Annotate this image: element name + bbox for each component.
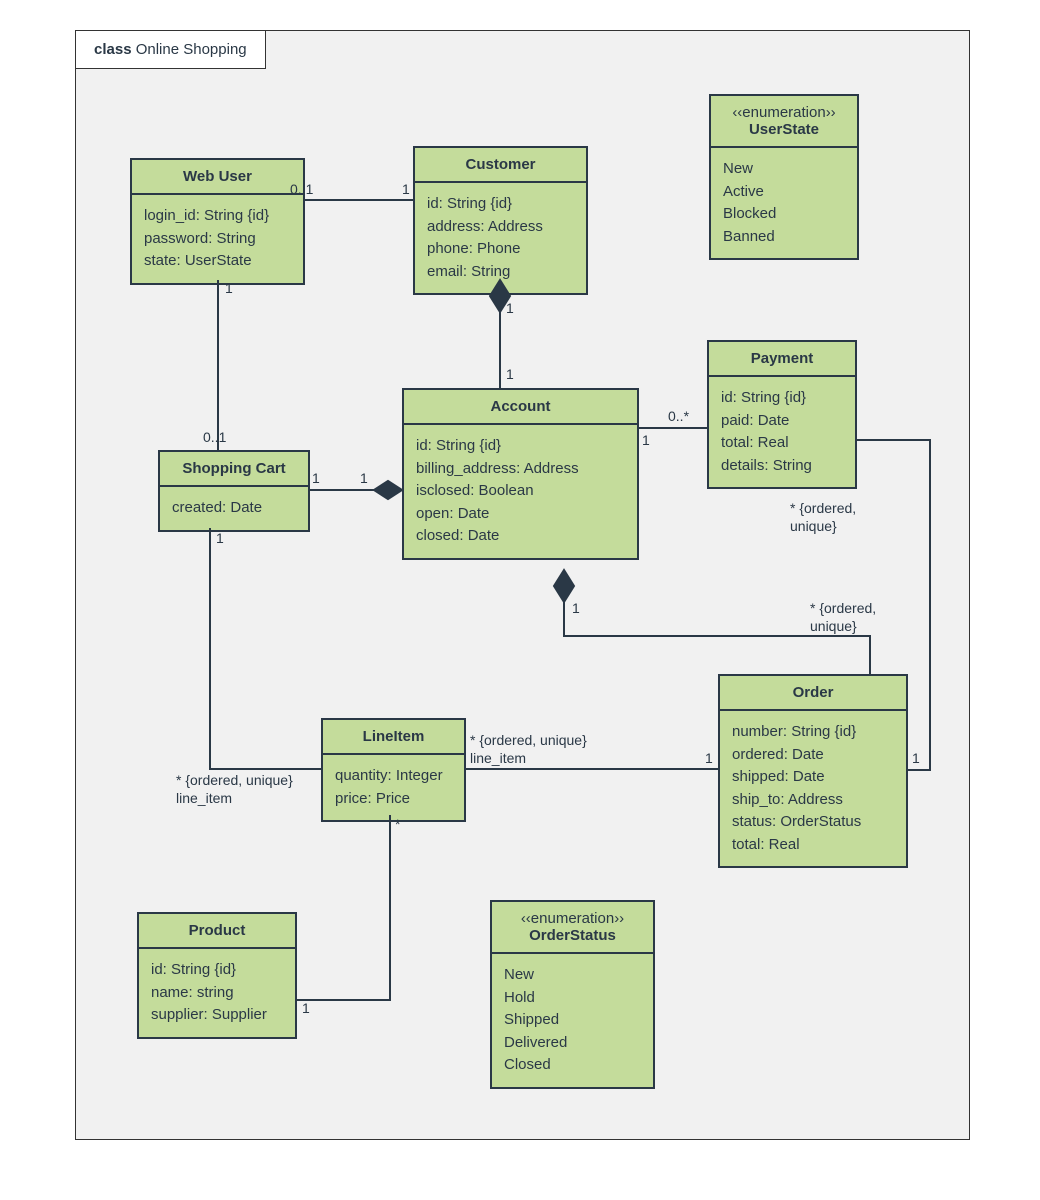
attr: Closed — [504, 1054, 641, 1077]
attr: address: Address — [427, 216, 574, 239]
class-title: ‹‹enumeration›› UserState — [711, 96, 857, 148]
enum-order-status: ‹‹enumeration›› OrderStatus New Hold Shi… — [490, 900, 655, 1089]
attr: number: String {id} — [732, 721, 894, 744]
attr: id: String {id} — [721, 387, 843, 410]
class-title: Payment — [709, 342, 855, 377]
class-web-user: Web User login_id: String {id} password:… — [130, 158, 305, 285]
class-body: New Active Blocked Banned — [711, 148, 857, 258]
attr: supplier: Supplier — [151, 1004, 283, 1027]
attr: ship_to: Address — [732, 789, 894, 812]
class-order: Order number: String {id} ordered: Date … — [718, 674, 908, 868]
attr: phone: Phone — [427, 238, 574, 261]
stereotype: ‹‹enumeration›› — [498, 910, 647, 927]
attr: Shipped — [504, 1009, 641, 1032]
attr: details: String — [721, 455, 843, 478]
attr: name: string — [151, 982, 283, 1005]
attr: New — [504, 964, 641, 987]
attr: id: String {id} — [151, 959, 283, 982]
class-line-item: LineItem quantity: Integer price: Price — [321, 718, 466, 822]
attr: quantity: Integer — [335, 765, 452, 788]
class-shopping-cart: Shopping Cart created: Date — [158, 450, 310, 532]
stereotype: ‹‹enumeration›› — [717, 104, 851, 121]
class-body: id: String {id} paid: Date total: Real d… — [709, 377, 855, 487]
attr: price: Price — [335, 788, 452, 811]
attr: email: String — [427, 261, 574, 284]
class-body: id: String {id} name: string supplier: S… — [139, 949, 295, 1037]
title-text: UserState — [749, 121, 819, 138]
attr: id: String {id} — [427, 193, 574, 216]
attr: created: Date — [172, 497, 296, 520]
attr: billing_address: Address — [416, 458, 625, 481]
class-customer: Customer id: String {id} address: Addres… — [413, 146, 588, 295]
attr: Banned — [723, 226, 845, 249]
attr: paid: Date — [721, 410, 843, 433]
class-body: id: String {id} billing_address: Address… — [404, 425, 637, 558]
class-product: Product id: String {id} name: string sup… — [137, 912, 297, 1039]
attr: isclosed: Boolean — [416, 480, 625, 503]
class-body: id: String {id} address: Address phone: … — [415, 183, 586, 293]
attr: Blocked — [723, 203, 845, 226]
class-body: New Hold Shipped Delivered Closed — [492, 954, 653, 1087]
frame-name: Online Shopping — [136, 41, 247, 58]
attr: shipped: Date — [732, 766, 894, 789]
attr: Hold — [504, 987, 641, 1010]
class-payment: Payment id: String {id} paid: Date total… — [707, 340, 857, 489]
class-title: Account — [404, 390, 637, 425]
frame-label: class Online Shopping — [75, 30, 266, 69]
class-title: Shopping Cart — [160, 452, 308, 487]
attr: status: OrderStatus — [732, 811, 894, 834]
attr: ordered: Date — [732, 744, 894, 767]
class-title: LineItem — [323, 720, 464, 755]
attr: New — [723, 158, 845, 181]
class-account: Account id: String {id} billing_address:… — [402, 388, 639, 560]
attr: password: String — [144, 228, 291, 251]
attr: id: String {id} — [416, 435, 625, 458]
class-title: ‹‹enumeration›› OrderStatus — [492, 902, 653, 954]
attr: total: Real — [721, 432, 843, 455]
class-body: created: Date — [160, 487, 308, 530]
class-body: number: String {id} ordered: Date shippe… — [720, 711, 906, 866]
class-title: Customer — [415, 148, 586, 183]
class-title: Web User — [132, 160, 303, 195]
attr: state: UserState — [144, 250, 291, 273]
attr: total: Real — [732, 834, 894, 857]
attr: login_id: String {id} — [144, 205, 291, 228]
class-title: Product — [139, 914, 295, 949]
enum-user-state: ‹‹enumeration›› UserState New Active Blo… — [709, 94, 859, 260]
attr: Delivered — [504, 1032, 641, 1055]
title-text: OrderStatus — [529, 927, 616, 944]
attr: closed: Date — [416, 525, 625, 548]
attr: open: Date — [416, 503, 625, 526]
diagram-canvas: class Online Shopping Web User login_id:… — [0, 0, 1040, 1200]
class-title: Order — [720, 676, 906, 711]
frame-kind: class — [94, 41, 132, 58]
class-body: quantity: Integer price: Price — [323, 755, 464, 820]
attr: Active — [723, 181, 845, 204]
class-body: login_id: String {id} password: String s… — [132, 195, 303, 283]
